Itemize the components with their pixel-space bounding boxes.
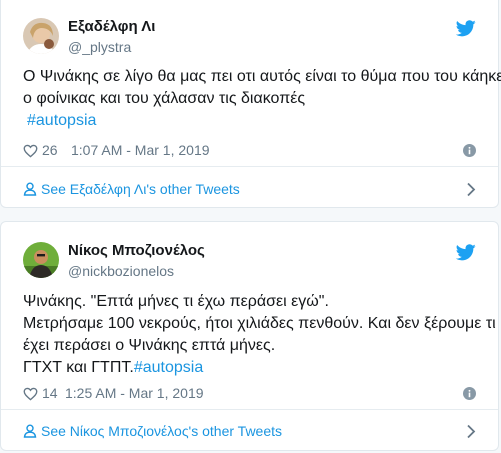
info-icon[interactable] bbox=[463, 144, 476, 157]
hashtag-link[interactable]: #autopsia bbox=[27, 112, 96, 129]
avatar[interactable] bbox=[23, 18, 59, 54]
tweet-text-line: Ο Ψινάκης σε λίγο θα μας πει οτι αυτός ε… bbox=[23, 68, 501, 85]
twitter-bird-icon[interactable] bbox=[455, 244, 476, 261]
user-handle[interactable]: @_plystra bbox=[68, 39, 131, 55]
info-icon[interactable] bbox=[463, 387, 476, 400]
tweet-text: Ψινάκης. "Επτά μήνες τι έχω περάσει εγώ"… bbox=[23, 291, 496, 379]
tweet-text-line: έχει περάσει ο Ψινάκης επτά μήνες. bbox=[23, 337, 276, 354]
twitter-bird-icon[interactable] bbox=[455, 20, 476, 37]
tweet-text-line: ΓΤΧΤ και ΓΤΠΤ.#autopsia bbox=[23, 357, 480, 379]
tweet-text: Ο Ψινάκης σε λίγο θα μας πει οτι αυτός ε… bbox=[23, 66, 501, 132]
like-count[interactable]: 14 bbox=[42, 385, 58, 401]
hashtag-line: #autopsia bbox=[23, 110, 480, 132]
user-icon bbox=[23, 424, 37, 438]
display-name[interactable]: Εξαδέλφη Λι bbox=[68, 18, 155, 35]
avatar[interactable] bbox=[23, 242, 59, 278]
tweet-header: Εξαδέλφη Λι @_plystra bbox=[23, 18, 476, 62]
tweet-meta: 14 1:25 AM - Mar 1, 2019 bbox=[23, 384, 476, 404]
tweet-meta: 26 1:07 AM - Mar 1, 2019 bbox=[23, 141, 476, 161]
tweet-text-line: Μετρήσαμε 100 νεκρούς, ήτοι χιλιάδες πεν… bbox=[23, 315, 496, 332]
user-handle[interactable]: @nickbozionelos bbox=[68, 263, 174, 279]
tweet-text-line: Ψινάκης. "Επτά μήνες τι έχω περάσει εγώ"… bbox=[23, 293, 329, 310]
heart-icon[interactable] bbox=[23, 144, 38, 158]
divider bbox=[1, 409, 498, 410]
tweet-card: Εξαδέλφη Λι @_plystra Ο Ψινάκης σε λίγο … bbox=[0, 0, 501, 208]
divider bbox=[1, 166, 498, 167]
tweet-card: Νίκος Μποζιονέλος @nickbozionelos Ψινάκη… bbox=[0, 221, 499, 451]
chevron-right-icon[interactable] bbox=[466, 424, 476, 439]
user-icon bbox=[23, 182, 37, 196]
hashtag-link[interactable]: #autopsia bbox=[134, 359, 203, 376]
tweet-text-line: ο φοίνικας και του χάλασαν τις διακοπές bbox=[23, 90, 306, 107]
display-name[interactable]: Νίκος Μποζιονέλος bbox=[68, 242, 205, 259]
see-other-tweets-link[interactable]: See Εξαδέλφη Λι's other Tweets bbox=[23, 180, 476, 200]
see-other-tweets-label[interactable]: See Νίκος Μποζιονέλος's other Tweets bbox=[41, 423, 282, 439]
tweet-text-segment: ΓΤΧΤ και ΓΤΠΤ. bbox=[23, 359, 134, 376]
like-count[interactable]: 26 bbox=[42, 142, 58, 158]
timestamp-link[interactable]: 1:07 AM - Mar 1, 2019 bbox=[71, 142, 210, 158]
see-other-tweets-label[interactable]: See Εξαδέλφη Λι's other Tweets bbox=[41, 181, 240, 197]
tweet-header: Νίκος Μποζιονέλος @nickbozionelos bbox=[23, 242, 476, 286]
heart-icon[interactable] bbox=[23, 387, 38, 401]
timestamp-link[interactable]: 1:25 AM - Mar 1, 2019 bbox=[65, 385, 204, 401]
chevron-right-icon[interactable] bbox=[466, 182, 476, 197]
see-other-tweets-link[interactable]: See Νίκος Μποζιονέλος's other Tweets bbox=[23, 422, 476, 442]
